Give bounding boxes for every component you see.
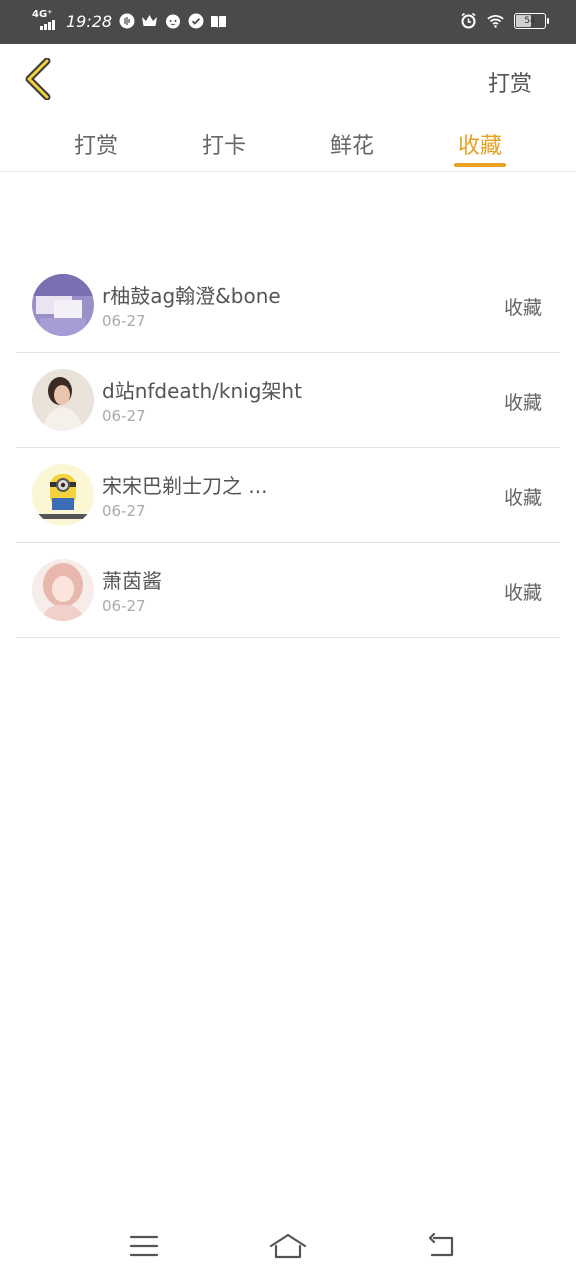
battery-icon: 54 (514, 12, 549, 29)
tab-favorites[interactable]: 收藏 (440, 128, 520, 160)
item-type: 收藏 (503, 297, 542, 319)
tab-checkin[interactable]: 打卡 (184, 128, 264, 160)
wifi-icon (487, 12, 504, 29)
list-item[interactable]: 宋宋巴剃士刀之 ... 06-27 收藏 (16, 448, 560, 543)
list-item[interactable]: r柚鼓ag翰澄&bone 06-27 收藏 (16, 258, 560, 353)
book-icon (210, 13, 227, 30)
home-icon (269, 1233, 307, 1259)
item-type: 收藏 (503, 582, 542, 604)
item-name: r柚鼓ag翰澄&bone (102, 284, 281, 308)
system-nav-bar (0, 1212, 576, 1280)
status-bar: 4G⁺ 19:28 54 (0, 0, 576, 44)
tab-reward[interactable]: 打赏 (56, 128, 136, 160)
item-date: 06-27 (102, 312, 146, 330)
voice-icon (118, 13, 135, 30)
chevron-left-icon (25, 58, 51, 100)
signal-icon: 4G⁺ (32, 10, 58, 32)
status-right: 54 (460, 12, 549, 29)
baby-face-icon (164, 13, 181, 30)
item-date: 06-27 (102, 502, 146, 520)
alarm-icon (460, 12, 477, 29)
avatar (32, 464, 94, 526)
item-name: d站nfdeath/knig架ht (102, 379, 302, 403)
avatar (32, 559, 94, 621)
item-type: 收藏 (503, 487, 542, 509)
network-type: 4G⁺ (32, 9, 53, 20)
item-type: 收藏 (503, 392, 542, 414)
avatar (32, 369, 94, 431)
check-circle-icon (187, 13, 204, 30)
list-item[interactable]: 萧茵酱 06-27 收藏 (16, 543, 560, 638)
reward-action-button[interactable]: 打赏 (488, 66, 532, 98)
item-date: 06-27 (102, 407, 146, 425)
back-button[interactable] (18, 56, 58, 102)
avatar (32, 274, 94, 336)
favorites-list: r柚鼓ag翰澄&bone 06-27 收藏 d站nfdeath/knig架ht … (16, 258, 560, 638)
tab-flowers[interactable]: 鲜花 (312, 128, 392, 160)
return-icon (428, 1233, 454, 1257)
item-date: 06-27 (102, 597, 146, 615)
crown-icon (141, 13, 158, 30)
menu-button[interactable] (120, 1226, 168, 1266)
return-button[interactable] (416, 1226, 464, 1266)
battery-level: 54 (524, 15, 536, 26)
active-tab-indicator (454, 163, 506, 167)
menu-icon (129, 1235, 159, 1257)
home-button[interactable] (264, 1226, 312, 1266)
list-item[interactable]: d站nfdeath/knig架ht 06-27 收藏 (16, 353, 560, 448)
status-time: 19:28 (66, 11, 113, 31)
status-left: 4G⁺ 19:28 (32, 10, 227, 32)
item-name: 萧茵酱 (102, 569, 162, 593)
tab-bar: 打赏 打卡 鲜花 收藏 (0, 118, 576, 172)
app-header: 打赏 (0, 44, 576, 118)
item-name: 宋宋巴剃士刀之 ... (102, 474, 268, 498)
